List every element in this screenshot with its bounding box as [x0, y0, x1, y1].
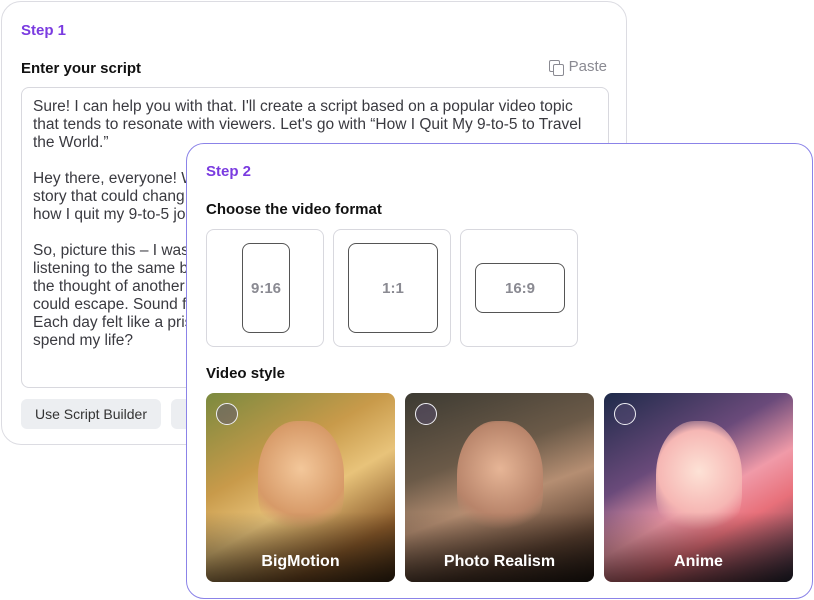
format-option-1-1[interactable]: 1:1: [333, 229, 451, 347]
copy-icon: [548, 59, 564, 76]
style-name: Photo Realism: [443, 553, 556, 570]
style-option-photo-realism[interactable]: Photo Realism: [405, 393, 594, 582]
paste-label: Paste: [568, 58, 607, 75]
style-option-bigmotion[interactable]: BigMotion: [206, 393, 395, 582]
use-script-builder-button[interactable]: Use Script Builder: [21, 399, 161, 429]
style-radio[interactable]: [216, 403, 238, 425]
paste-button[interactable]: Paste: [548, 58, 607, 76]
format-shape-square: 1:1: [348, 243, 438, 333]
format-shape-landscape: 16:9: [475, 263, 565, 313]
format-option-9-16[interactable]: 9:16: [206, 229, 324, 347]
script-title: Enter your script: [21, 60, 142, 77]
style-radio[interactable]: [415, 403, 437, 425]
step1-label: Step 1: [21, 22, 67, 39]
style-name: Anime: [674, 553, 723, 570]
style-option-anime[interactable]: Anime: [604, 393, 793, 582]
step2-card: Step 2 Choose the video format 9:16 1:1 …: [186, 143, 813, 599]
format-title: Choose the video format: [206, 201, 382, 218]
style-title: Video style: [206, 365, 285, 382]
style-name: BigMotion: [261, 553, 340, 570]
step2-label: Step 2: [206, 163, 252, 180]
format-shape-portrait: 9:16: [242, 243, 290, 333]
format-option-16-9[interactable]: 16:9: [460, 229, 578, 347]
style-radio[interactable]: [614, 403, 636, 425]
